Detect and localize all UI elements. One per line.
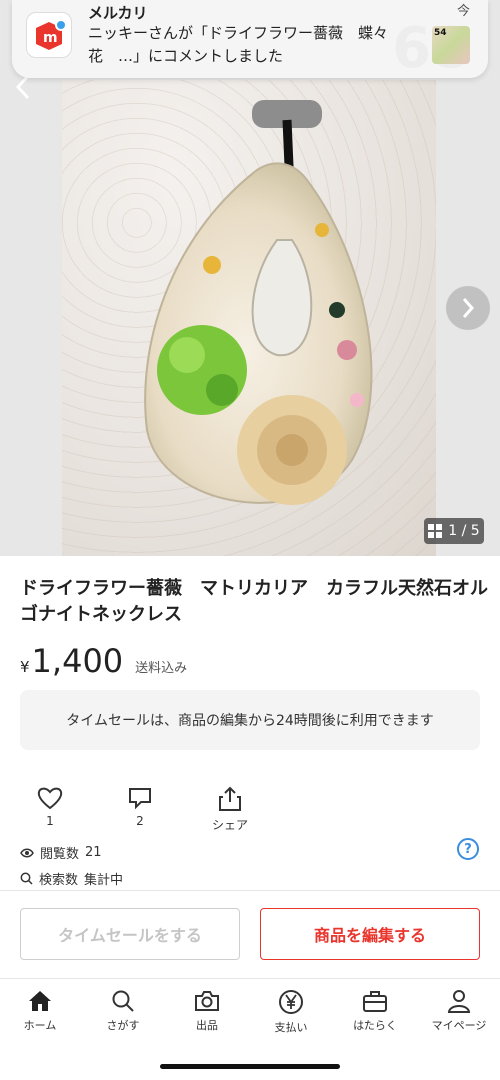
notification-app-name: メルカリ <box>88 4 148 22</box>
chevron-right-icon <box>462 298 475 318</box>
view-count-value: 21 <box>85 845 102 860</box>
tab-home[interactable]: ホーム <box>5 989 75 1033</box>
image-counter-text: 1 / 5 <box>448 523 480 539</box>
share-button[interactable]: シェア <box>200 786 260 833</box>
comment-icon <box>129 788 151 810</box>
home-icon <box>29 991 51 1011</box>
tab-search-label: さがす <box>106 1019 140 1032</box>
search-icon <box>20 872 33 885</box>
edit-item-button[interactable]: 商品を編集する <box>260 908 480 960</box>
time-sale-button[interactable]: タイムセールをする <box>20 908 240 960</box>
help-icon[interactable]: ? <box>457 838 479 860</box>
tab-sell-label: 出品 <box>196 1019 218 1032</box>
heart-icon <box>37 787 63 810</box>
tab-payment-label: 支払い <box>274 1021 308 1034</box>
thumbnail-label: 54 <box>434 28 447 38</box>
tab-work-label: はたらく <box>353 1019 397 1032</box>
person-icon <box>447 990 471 1013</box>
like-button[interactable]: 1 <box>20 786 80 833</box>
shipping-included-label: 送料込み <box>135 661 188 676</box>
tab-home-label: ホーム <box>23 1019 57 1032</box>
view-count-label: 閲覧数 <box>40 847 80 862</box>
tab-work[interactable]: はたらく <box>340 989 410 1033</box>
comment-count: 2 <box>136 814 144 828</box>
tab-mypage[interactable]: マイページ <box>424 989 494 1033</box>
share-icon <box>219 786 241 811</box>
view-count-row: 閲覧数 21 <box>20 843 102 862</box>
tab-search[interactable]: さがす <box>88 989 158 1033</box>
comment-button[interactable]: 2 <box>110 786 170 833</box>
product-photo <box>62 80 436 556</box>
pendant-illustration <box>144 100 373 505</box>
search-count-label: 検索数 <box>39 873 79 888</box>
help-icon-glyph: ? <box>464 841 472 857</box>
product-price: ¥ 1,400 送料込み <box>20 642 187 680</box>
briefcase-icon <box>363 991 387 1012</box>
item-actions: 1 2 シェア <box>20 786 260 833</box>
share-label: シェア <box>211 818 248 832</box>
push-notification[interactable]: m メルカリ ニッキーさんが「ドライフラワー薔薇 蝶々 花 …」にコメントしまし… <box>12 0 488 78</box>
search-count-value: 集計中 <box>84 873 124 888</box>
search-icon <box>112 990 134 1012</box>
mercari-app-icon: m <box>26 12 72 58</box>
notification-time: 今 <box>456 4 470 19</box>
tab-sell[interactable]: 出品 <box>172 989 242 1033</box>
price-amount: 1,400 <box>31 642 124 680</box>
home-indicator <box>160 1064 340 1069</box>
eye-icon <box>20 848 34 857</box>
image-counter[interactable]: 1 / 5 <box>424 518 484 544</box>
camera-icon <box>195 991 219 1011</box>
svg-text:m: m <box>43 30 58 46</box>
time-sale-notice: タイムセールは、商品の編集から24時間後に利用できます <box>20 690 480 750</box>
notification-thumbnail: 54 <box>432 26 470 64</box>
tab-mypage-label: マイページ <box>431 1019 487 1032</box>
search-count-row: 検索数 集計中 <box>20 869 123 888</box>
currency-symbol: ¥ <box>20 658 30 676</box>
tab-payment[interactable]: 支払い <box>256 989 326 1035</box>
divider <box>0 890 500 891</box>
notification-message: ニッキーさんが「ドライフラワー薔薇 蝶々 花 …」にコメントしました <box>88 24 404 65</box>
like-count: 1 <box>46 814 54 828</box>
yen-icon <box>279 990 303 1014</box>
next-image-button[interactable] <box>446 286 490 330</box>
product-title: ドライフラワー薔薇 マトリカリア カラフル天然石オルゴナイトネックレス <box>20 578 488 625</box>
grid-icon <box>428 524 443 538</box>
product-image-gallery[interactable]: 68 1 / 5 <box>0 0 500 556</box>
